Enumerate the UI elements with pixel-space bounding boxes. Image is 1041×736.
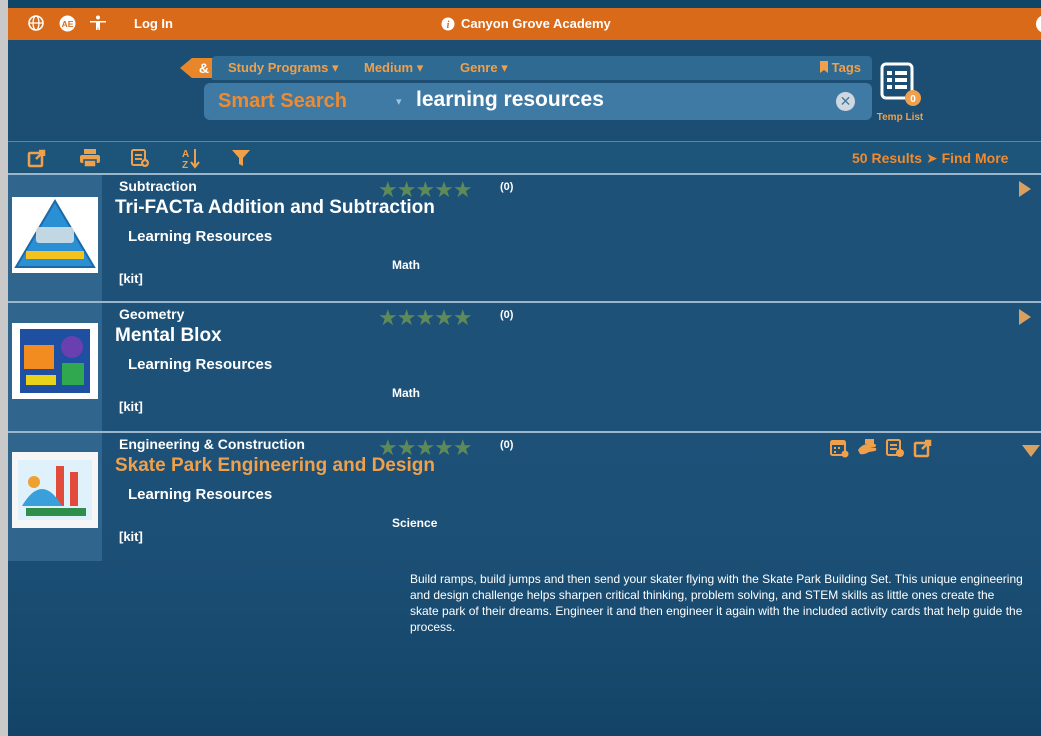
result-title[interactable]: Skate Park Engineering and Design bbox=[115, 455, 435, 477]
accessibility-icon[interactable] bbox=[88, 13, 108, 33]
result-publisher: Learning Resources bbox=[128, 486, 273, 503]
rating-count: (0) bbox=[500, 181, 514, 193]
thumbnail-column bbox=[8, 433, 102, 561]
result-category: Subtraction bbox=[119, 178, 197, 194]
filter-label: Genre bbox=[460, 60, 498, 75]
help-icon[interactable]: ? bbox=[1036, 15, 1041, 33]
bookmark-icon bbox=[820, 61, 828, 73]
filter-study-programs[interactable]: Study Programs ▾ bbox=[228, 60, 339, 76]
expand-arrow-icon[interactable] bbox=[1019, 309, 1031, 325]
result-category: Geometry bbox=[119, 306, 185, 322]
chevron-down-icon[interactable]: ▾ bbox=[396, 95, 402, 108]
filter-medium[interactable]: Medium ▾ bbox=[364, 60, 423, 76]
svg-text:0: 0 bbox=[910, 94, 916, 105]
school-name: i Canyon Grove Academy bbox=[441, 16, 611, 31]
result-thumbnail[interactable] bbox=[12, 197, 98, 273]
result-format: [kit] bbox=[119, 271, 143, 286]
rating-stars[interactable]: ★★★★★ bbox=[378, 305, 473, 331]
result-actions bbox=[828, 437, 934, 459]
list-add-icon[interactable] bbox=[129, 147, 151, 169]
result-item[interactable]: Subtraction ★★★★★ (0) Tri-FACTa Addition… bbox=[8, 173, 1041, 301]
result-thumbnail[interactable] bbox=[12, 323, 98, 399]
rating-count: (0) bbox=[500, 309, 514, 321]
find-more-link[interactable]: ➤ Find More bbox=[926, 150, 1009, 166]
skate-park-box-image bbox=[12, 452, 98, 528]
search-mode-select[interactable]: Smart Search bbox=[218, 90, 347, 113]
filter-label: Tags bbox=[831, 60, 862, 75]
temp-list-label: Temp List bbox=[876, 112, 924, 123]
result-item[interactable]: Geometry ★★★★★ (0) Mental Blox Learning … bbox=[8, 301, 1041, 431]
result-subject: Math bbox=[392, 258, 420, 272]
filter-label: Study Programs bbox=[228, 60, 329, 75]
results-count: 50 Results bbox=[852, 150, 923, 166]
globe-icon[interactable] bbox=[26, 13, 46, 33]
thumbnail-column bbox=[8, 303, 102, 431]
print-icon[interactable] bbox=[79, 147, 101, 169]
svg-text:Z: Z bbox=[182, 160, 188, 169]
hold-hand-icon[interactable] bbox=[856, 437, 878, 459]
filter-label: Medium bbox=[364, 60, 414, 75]
school-name-text: Canyon Grove Academy bbox=[461, 16, 611, 31]
share-icon[interactable] bbox=[912, 437, 934, 459]
login-link[interactable]: Log In bbox=[134, 16, 173, 31]
info-icon: i bbox=[441, 17, 455, 31]
result-title[interactable]: Tri-FACTa Addition and Subtraction bbox=[115, 197, 435, 219]
result-publisher: Learning Resources bbox=[128, 228, 273, 245]
clear-search-icon[interactable]: ✕ bbox=[836, 92, 855, 111]
window-edge bbox=[0, 0, 8, 736]
sort-az-icon[interactable]: AZ bbox=[180, 147, 202, 169]
search-panel: & Study Programs ▾ Medium ▾ Genre ▾ Tags… bbox=[8, 40, 1041, 141]
svg-text:AE: AE bbox=[61, 19, 73, 29]
search-filters: Study Programs ▾ Medium ▾ Genre ▾ Tags bbox=[212, 56, 872, 80]
thumbnail-column bbox=[8, 175, 102, 301]
list-add-icon[interactable] bbox=[884, 437, 906, 459]
collapse-arrow-icon[interactable] bbox=[1022, 445, 1040, 457]
tri-facta-box-image bbox=[12, 197, 98, 273]
result-subject: Science bbox=[392, 516, 438, 530]
result-format: [kit] bbox=[119, 529, 143, 544]
calendar-add-icon[interactable] bbox=[828, 437, 850, 459]
share-icon[interactable] bbox=[26, 147, 48, 169]
result-format: [kit] bbox=[119, 399, 143, 414]
result-title[interactable]: Mental Blox bbox=[115, 325, 222, 347]
mental-blox-box-image bbox=[12, 323, 98, 399]
top-bar: AE Log In i Canyon Grove Academy ? bbox=[8, 8, 1041, 40]
result-thumbnail[interactable] bbox=[12, 452, 98, 528]
filter-icon[interactable] bbox=[230, 147, 252, 169]
filter-tags[interactable]: Tags bbox=[820, 60, 861, 75]
filter-genre[interactable]: Genre ▾ bbox=[460, 60, 508, 76]
svg-text:A: A bbox=[182, 149, 189, 160]
result-description: Build ramps, build jumps and then send y… bbox=[410, 572, 1023, 634]
search-bar: Smart Search ▾ learning resources ✕ bbox=[204, 83, 872, 120]
find-more-label: Find More bbox=[941, 150, 1009, 166]
search-input[interactable]: learning resources bbox=[416, 88, 604, 112]
svg-text:i: i bbox=[447, 20, 450, 31]
expand-arrow-icon[interactable] bbox=[1019, 181, 1031, 197]
result-subject: Math bbox=[392, 386, 420, 400]
rating-count: (0) bbox=[500, 439, 514, 451]
results-toolbar: AZ 50 Results ➤ Find More bbox=[8, 141, 1041, 173]
result-item-expanded[interactable]: Engineering & Construction ★★★★★ (0) Ska… bbox=[8, 431, 1041, 736]
temp-list-icon: 0 bbox=[880, 62, 921, 106]
combine-search-button[interactable]: & bbox=[180, 58, 214, 78]
language-icon[interactable]: AE bbox=[57, 13, 77, 33]
result-category: Engineering & Construction bbox=[119, 436, 305, 452]
temp-list-button[interactable]: 0 Temp List bbox=[870, 60, 930, 130]
result-publisher: Learning Resources bbox=[128, 356, 273, 373]
results-summary: 50 Results ➤ Find More bbox=[852, 150, 1008, 167]
